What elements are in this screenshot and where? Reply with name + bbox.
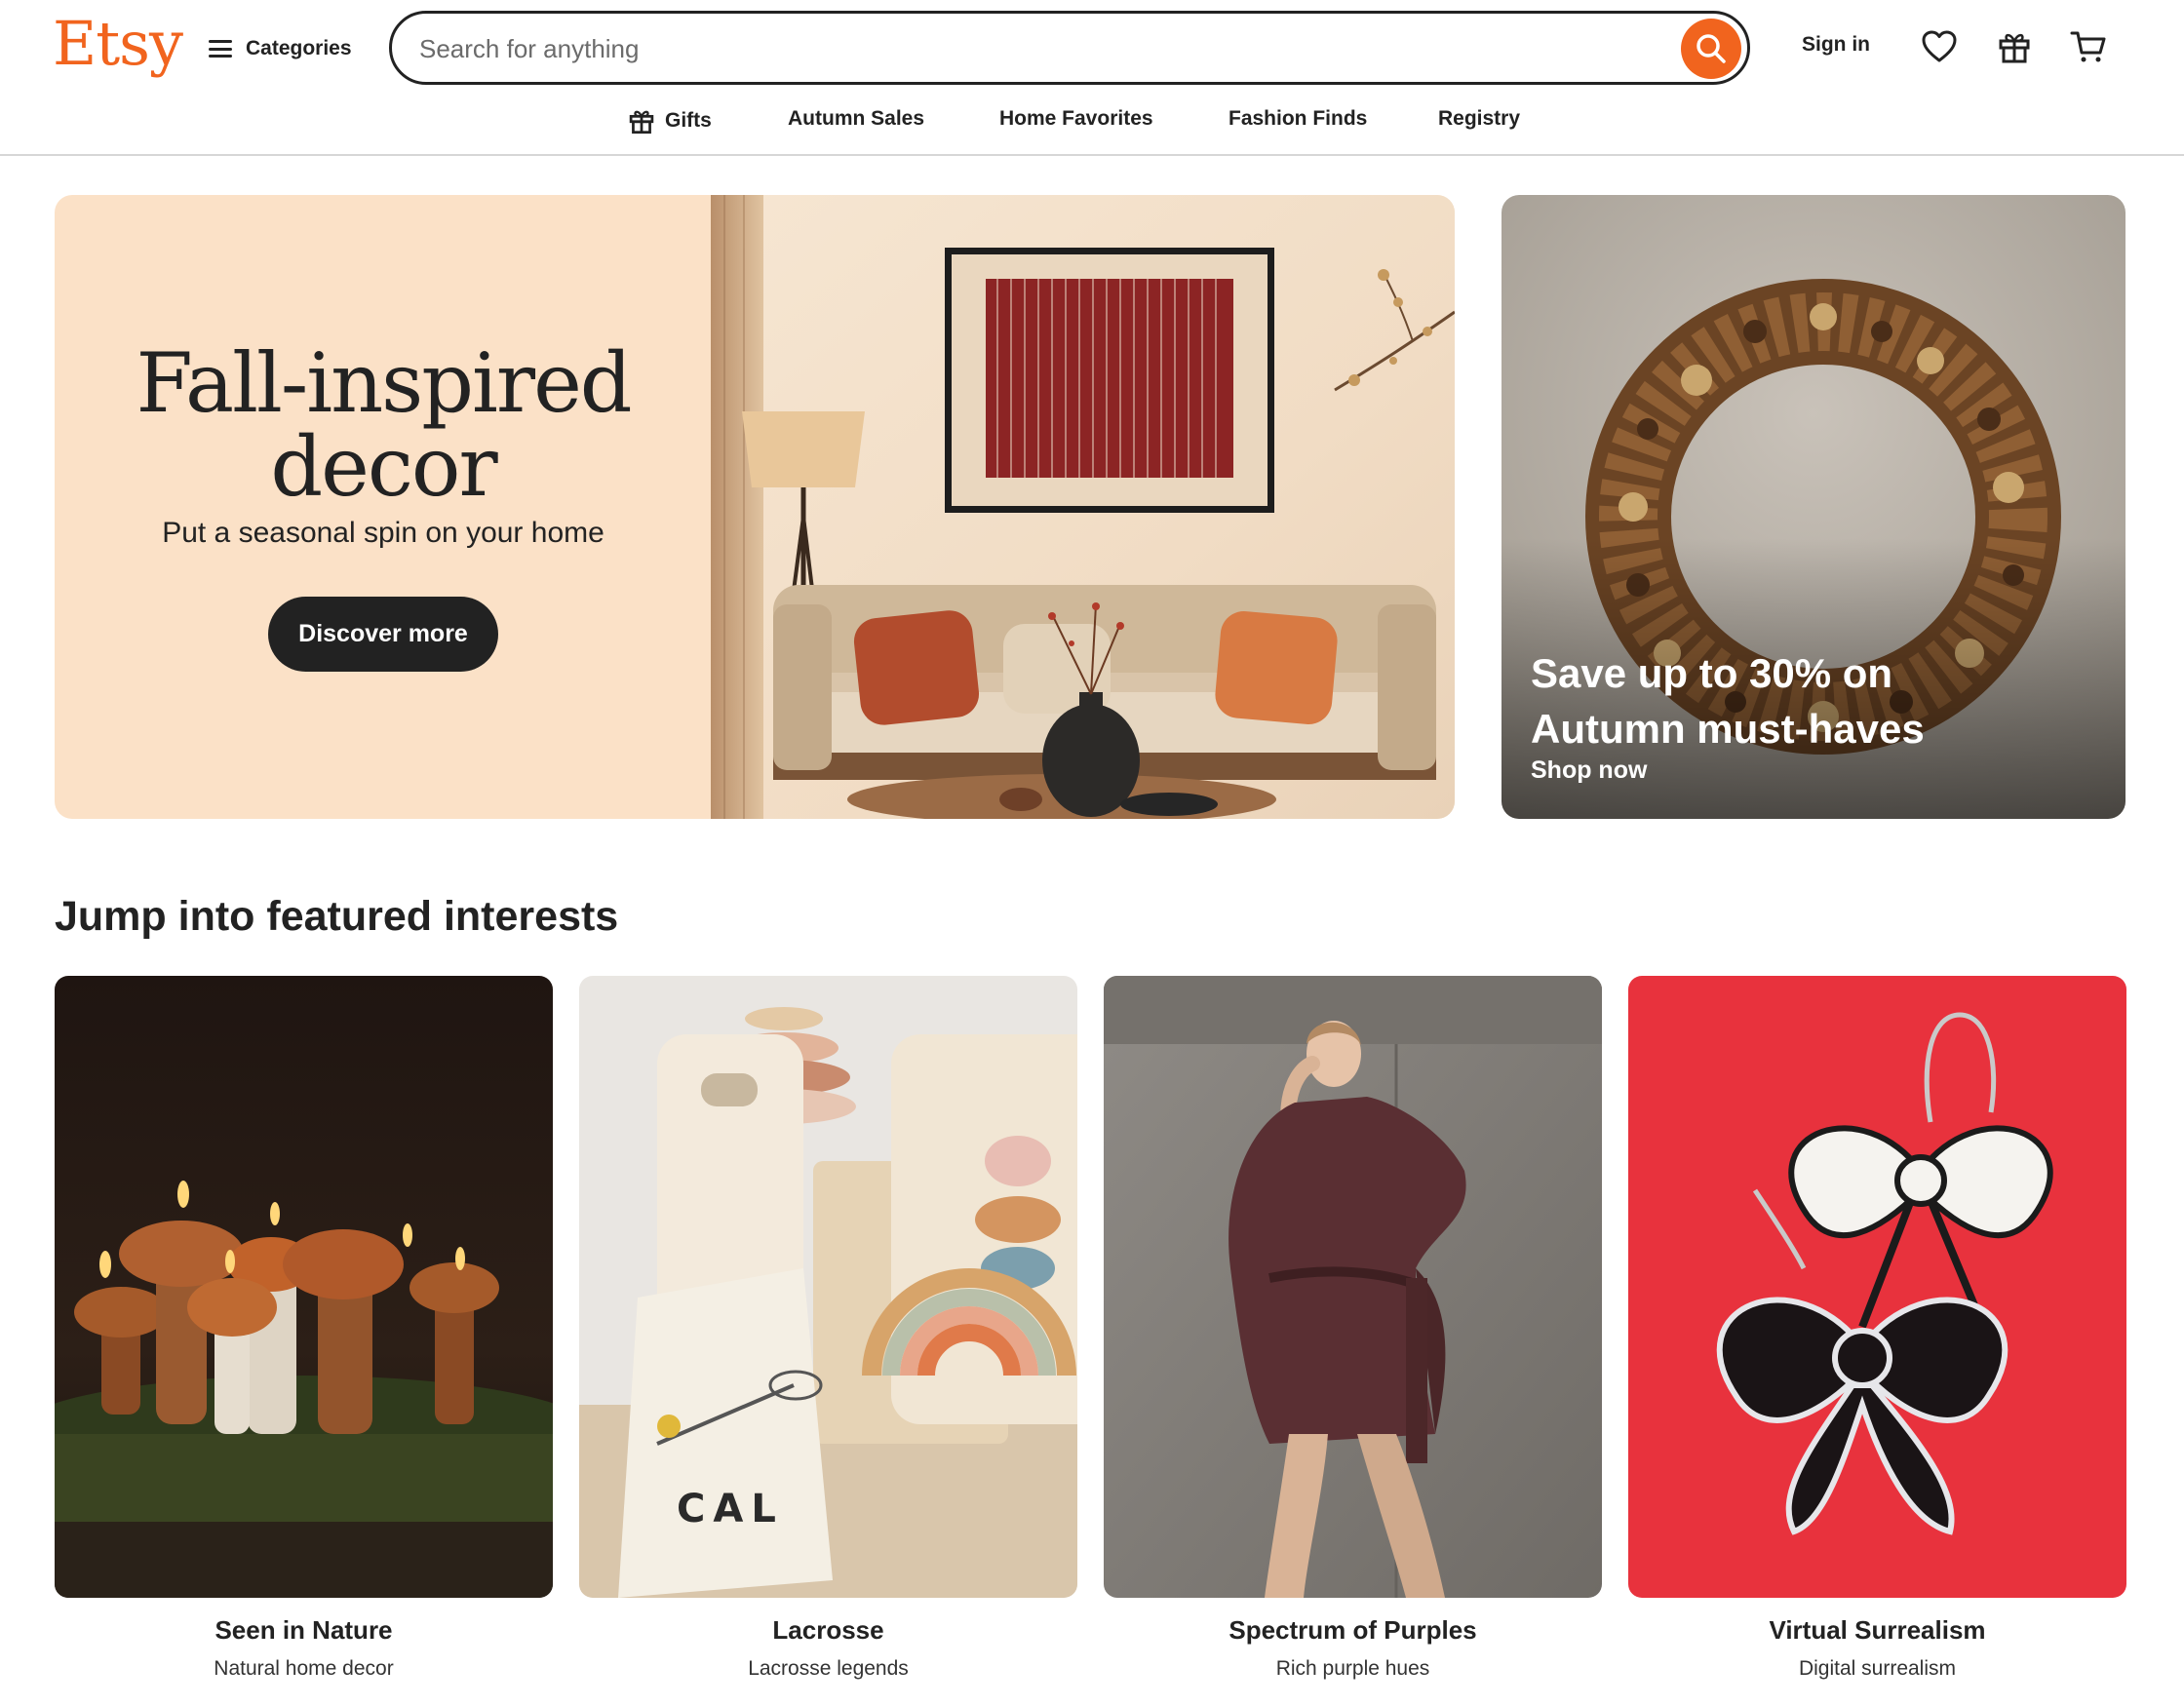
sign-in-link[interactable]: Sign in <box>1802 33 1870 57</box>
purple-dress-image <box>1104 976 1602 1598</box>
bag-text: CAL <box>677 1487 784 1532</box>
favorites-button[interactable] <box>1920 27 1959 66</box>
card-title: Virtual Surrealism <box>1769 1615 1986 1645</box>
card-image <box>1104 976 1602 1598</box>
hero-subtitle: Put a seasonal spin on your home <box>162 517 604 549</box>
shop-now-link[interactable]: Shop now <box>1531 756 1647 785</box>
search-icon <box>1696 34 1726 63</box>
hero-title: Fall-inspired decor <box>136 335 632 515</box>
search-bar <box>389 11 1750 85</box>
site-header: Etsy Categories Sign in <box>0 0 2184 156</box>
subnav-autumn-sales[interactable]: Autumn Sales <box>788 107 924 131</box>
card-subtitle: Natural home decor <box>214 1657 394 1680</box>
card-subtitle: Rich purple hues <box>1275 1657 1430 1680</box>
card-image: CAL <box>579 976 1077 1598</box>
hero-banner: Fall-inspired decor Put a seasonal spin … <box>55 195 1455 819</box>
gift-button[interactable] <box>1995 27 2034 66</box>
subnav-gifts[interactable]: Gifts <box>628 107 712 135</box>
card-subtitle: Digital surrealism <box>1798 1657 1957 1680</box>
mushroom-candles-image <box>55 976 553 1598</box>
gift-icon <box>1999 33 2030 63</box>
gift-icon <box>629 110 654 135</box>
lacrosse-bag-image: CAL <box>579 976 1077 1598</box>
card-title: Lacrosse <box>772 1615 884 1645</box>
card-image <box>55 976 553 1598</box>
bow-earrings-image <box>1628 976 2126 1598</box>
search-input[interactable] <box>419 29 1638 68</box>
card-title: Seen in Nature <box>214 1615 393 1645</box>
promo-title: Save up to 30% on Autumn must-haves <box>1531 650 1925 752</box>
categories-label: Categories <box>246 37 352 59</box>
interest-card-virtual-surrealism[interactable]: Virtual Surrealism Digital surrealism <box>1628 976 2126 1681</box>
living-room-image[interactable] <box>711 195 1455 819</box>
interest-card-seen-in-nature[interactable]: Seen in Nature Natural home decor <box>55 976 553 1681</box>
sub-navigation: Gifts Autumn Sales Home Favorites Fashio… <box>0 101 2184 140</box>
cart-icon <box>2070 31 2106 62</box>
discover-more-button[interactable]: Discover more <box>268 597 498 672</box>
heart-icon <box>1922 30 1957 62</box>
autumn-promo-card[interactable]: Save up to 30% on Autumn must-haves Shop… <box>1502 195 2126 819</box>
interest-card-spectrum-of-purples[interactable]: Spectrum of Purples Rich purple hues <box>1104 976 1602 1681</box>
menu-icon <box>209 40 232 58</box>
subnav-fashion-finds[interactable]: Fashion Finds <box>1228 107 1367 131</box>
cart-button[interactable] <box>2069 27 2108 66</box>
subnav-registry[interactable]: Registry <box>1438 107 1520 131</box>
subnav-gifts-label: Gifts <box>665 109 712 132</box>
card-title: Spectrum of Purples <box>1228 1615 1477 1645</box>
card-image <box>1628 976 2126 1598</box>
search-button[interactable] <box>1681 19 1741 79</box>
etsy-logo[interactable]: Etsy <box>53 8 183 79</box>
card-subtitle: Lacrosse legends <box>748 1657 909 1680</box>
categories-button[interactable]: Categories <box>209 29 352 68</box>
hero-text-panel: Fall-inspired decor Put a seasonal spin … <box>55 195 712 819</box>
subnav-home-favorites[interactable]: Home Favorites <box>999 107 1153 131</box>
interest-card-lacrosse[interactable]: CAL Lacrosse Lacrosse legends <box>579 976 1077 1681</box>
featured-interests-heading: Jump into featured interests <box>55 893 619 940</box>
